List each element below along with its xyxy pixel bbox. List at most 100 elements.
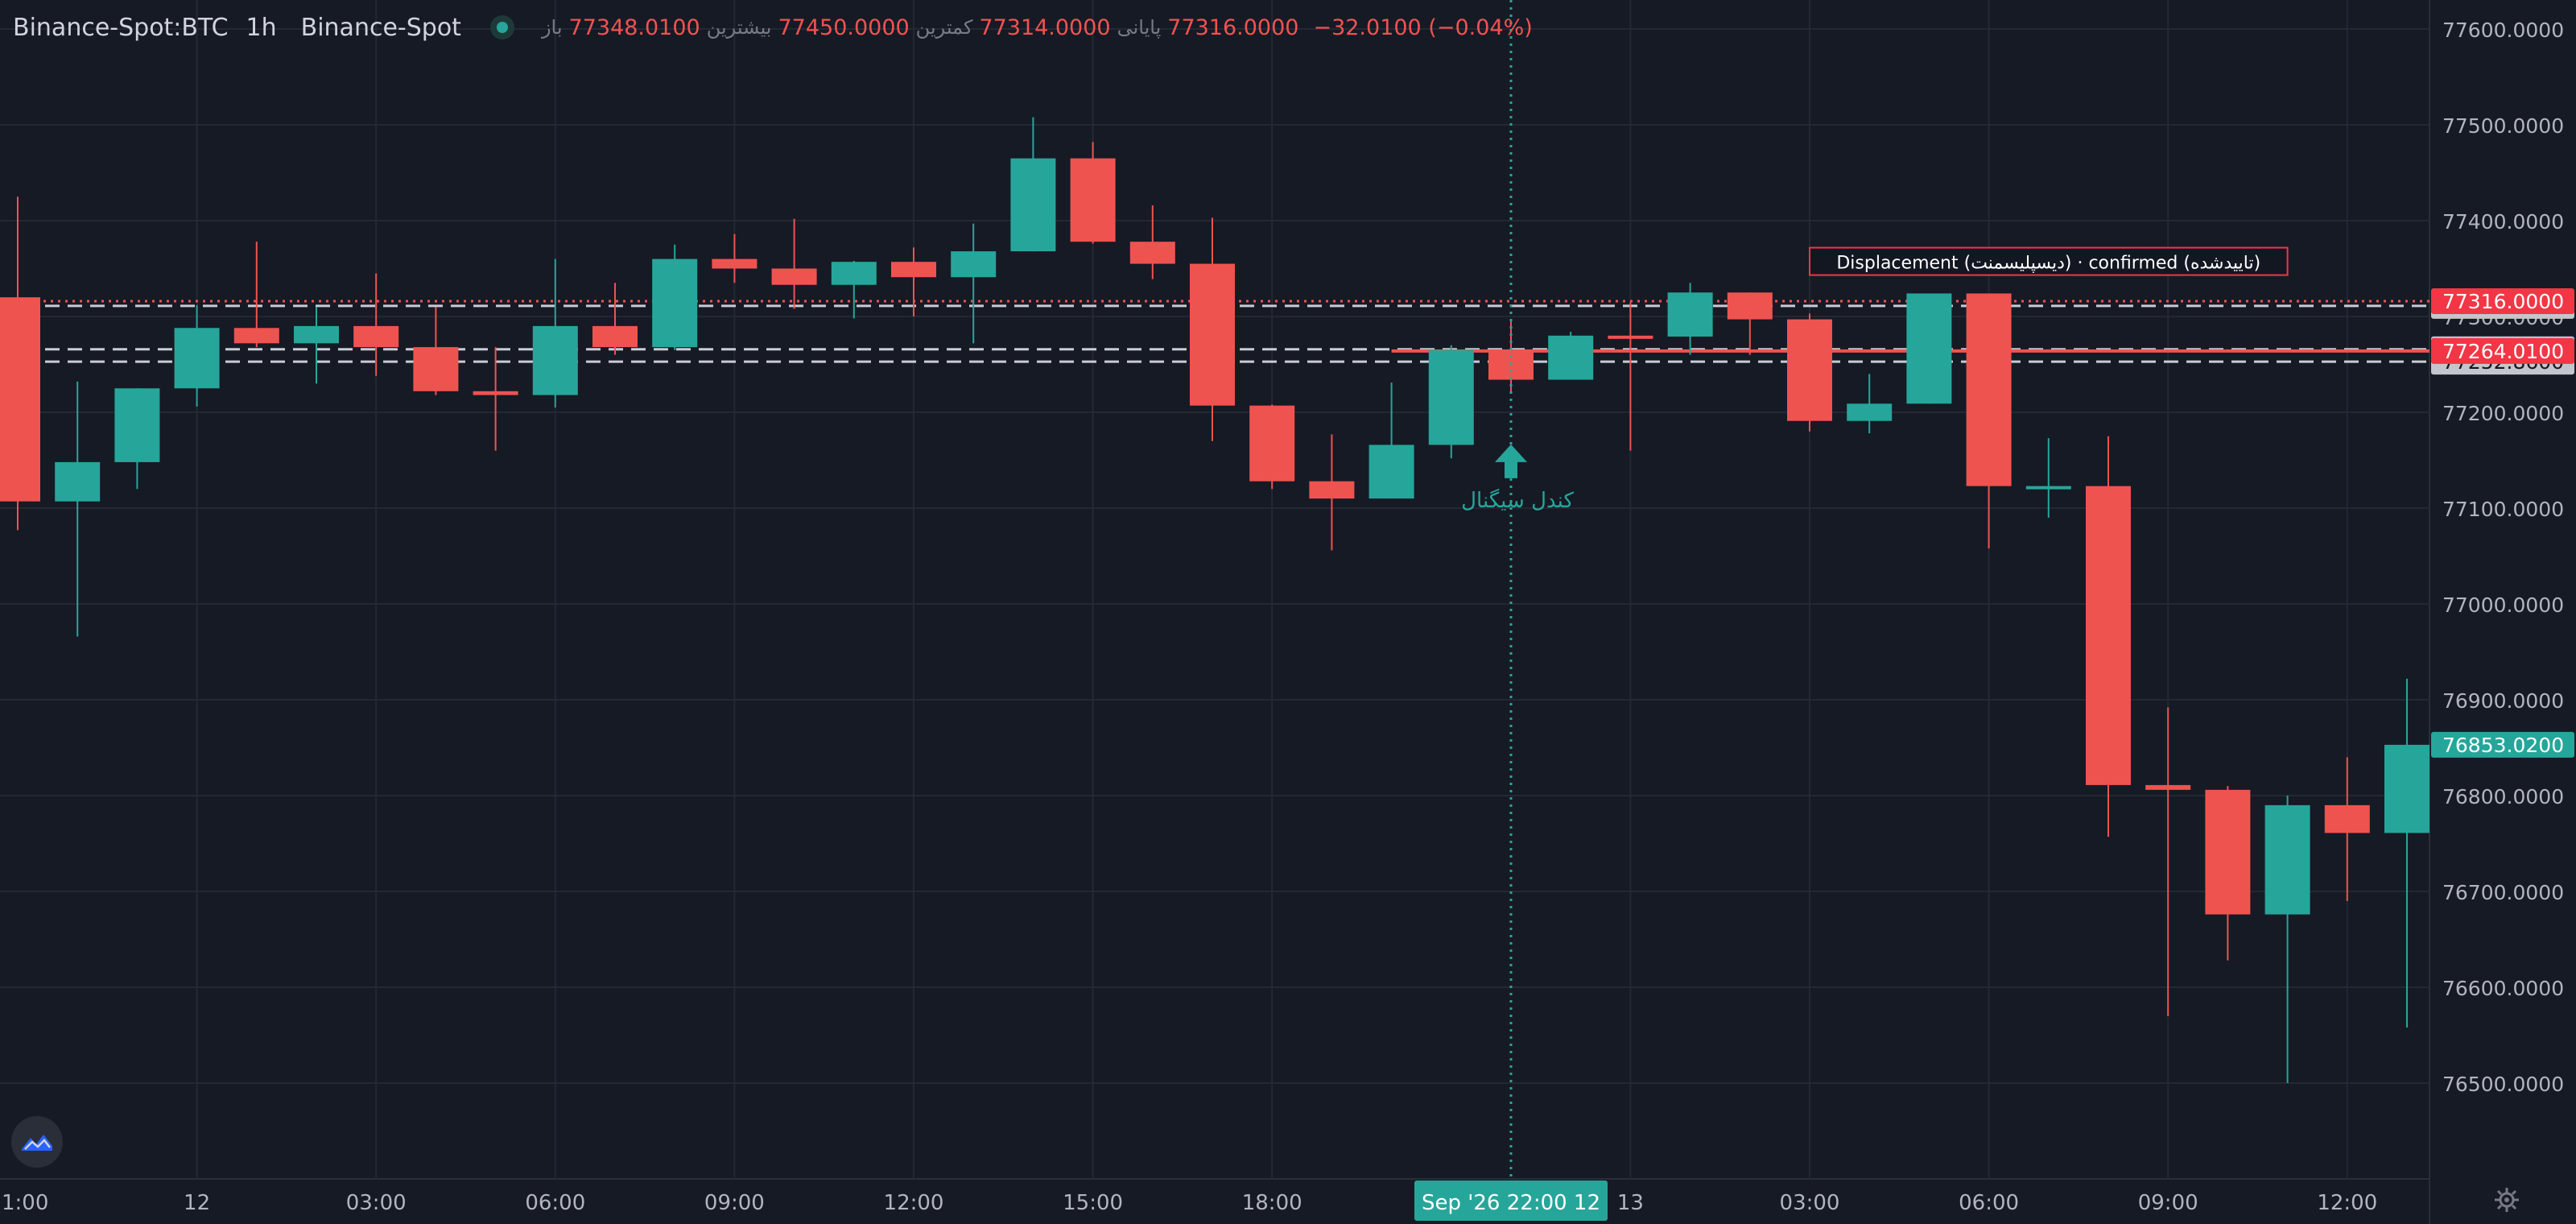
- candle[interactable]: [1906, 293, 1952, 404]
- candle[interactable]: [592, 283, 638, 355]
- candle[interactable]: [1608, 302, 1653, 451]
- candle-body: [2086, 486, 2131, 785]
- candle[interactable]: [532, 258, 578, 408]
- candle[interactable]: [1727, 292, 1773, 355]
- price-tick-label: 77100.0000: [2442, 498, 2564, 521]
- price-tag-label: 76853.0200: [2442, 734, 2564, 757]
- candle-body: [294, 325, 339, 344]
- candle[interactable]: [1129, 205, 1175, 279]
- candle[interactable]: [951, 223, 997, 344]
- candle-body: [1906, 293, 1952, 404]
- candle[interactable]: [712, 234, 758, 283]
- candle-body: [353, 325, 399, 348]
- price-tag[interactable]: 77264.0100: [2431, 337, 2574, 364]
- high-label: بیشترین: [706, 16, 772, 39]
- candle-body: [2145, 784, 2191, 790]
- time-tick-label: 13: [1617, 1191, 1644, 1215]
- exchange-label[interactable]: Binance-Spot: [301, 14, 461, 42]
- candle-body: [891, 262, 936, 278]
- candlestick-chart[interactable]: کندل سیگنال Displacement (دیسپلیسمنت) · c…: [0, 0, 2576, 1224]
- candle[interactable]: [1309, 434, 1355, 551]
- candle[interactable]: [771, 218, 817, 309]
- candle[interactable]: [174, 304, 220, 407]
- price-tick-label: 76800.0000: [2442, 785, 2564, 808]
- price-tag-label: 77264.0100: [2442, 340, 2564, 363]
- candle-body: [2025, 486, 2071, 490]
- candle-body: [1608, 335, 1653, 339]
- price-axis[interactable]: 77600.000077500.000077400.000077300.0000…: [2431, 19, 2574, 1096]
- candle[interactable]: [1190, 217, 1235, 441]
- candle[interactable]: [233, 242, 279, 348]
- candle-body: [55, 461, 101, 502]
- crosshair-time-tag[interactable]: Sep '26 22:00 12: [1414, 1181, 1608, 1221]
- price-tag[interactable]: 76853.0200: [2431, 731, 2574, 758]
- candle[interactable]: [831, 260, 877, 319]
- candle-body: [2264, 804, 2310, 915]
- candle-body: [114, 388, 160, 462]
- candle-body: [233, 328, 279, 344]
- close-value: 77316.0000: [1167, 14, 1299, 40]
- candle[interactable]: [1249, 404, 1295, 490]
- open-value: 77348.0100: [568, 14, 700, 40]
- open-label: باز: [541, 16, 563, 39]
- candle[interactable]: [2205, 786, 2251, 961]
- candle-body: [712, 258, 758, 269]
- timeframe-label[interactable]: 1h: [246, 14, 277, 42]
- candle[interactable]: [2086, 436, 2131, 837]
- candle-body: [1488, 349, 1534, 380]
- candle[interactable]: [2264, 796, 2310, 1083]
- time-tick-label: 15:00: [1063, 1191, 1123, 1215]
- candle-body: [2205, 789, 2251, 915]
- price-tick-label: 77200.0000: [2442, 402, 2564, 425]
- time-tick-label: 06:00: [525, 1191, 585, 1215]
- tradingview-logo-icon[interactable]: [11, 1116, 63, 1168]
- candle[interactable]: [652, 244, 698, 350]
- candle[interactable]: [2025, 438, 2071, 518]
- price-tick-label: 77600.0000: [2442, 19, 2564, 42]
- candle-body: [1428, 349, 1474, 445]
- time-axis[interactable]: 1:00 12 03:00 06:00 09:00 12:00 15:00 18:00 13 03…: [2, 1181, 2377, 1221]
- time-tick-label: 09:00: [2138, 1191, 2198, 1215]
- candle[interactable]: [294, 307, 339, 384]
- annotation-label: Displacement (دیسپلیسمنت) · confirmed (ت…: [1836, 254, 2260, 274]
- candle-body: [1667, 292, 1713, 337]
- high-value: 77450.0000: [778, 14, 910, 40]
- settings-gear-icon[interactable]: [2491, 1184, 2523, 1216]
- candle-body: [174, 328, 220, 389]
- price-tick-label: 76500.0000: [2442, 1073, 2564, 1096]
- candle-body: [771, 268, 817, 285]
- candle-body: [951, 251, 997, 278]
- candle-body: [1548, 335, 1594, 380]
- candle-body: [1368, 445, 1414, 499]
- candle[interactable]: [2324, 757, 2370, 901]
- candle[interactable]: [1428, 345, 1474, 459]
- close-label: پایانی: [1117, 16, 1162, 39]
- candle-body: [2384, 744, 2429, 833]
- candle[interactable]: [413, 307, 459, 395]
- candle-body: [1010, 158, 1056, 252]
- candle-body: [0, 297, 40, 502]
- low-label: کمترین: [915, 16, 973, 39]
- chart-area[interactable]: کندل سیگنال Displacement (دیسپلیسمنت) · c…: [0, 0, 2576, 1224]
- price-tick-label: 76700.0000: [2442, 881, 2564, 904]
- candle[interactable]: [2384, 678, 2429, 1028]
- candle[interactable]: [0, 196, 40, 531]
- candle[interactable]: [1667, 283, 1713, 355]
- candle[interactable]: [1368, 382, 1414, 499]
- candle[interactable]: [114, 388, 160, 490]
- signal-label: کندل سیگنال: [1461, 488, 1574, 513]
- time-tick-label: 12: [184, 1191, 210, 1215]
- candle[interactable]: [1966, 293, 2012, 548]
- grid-lines: [0, 0, 2430, 1224]
- candle[interactable]: [2145, 707, 2191, 1016]
- symbol-label[interactable]: Binance-Spot:BTC: [13, 14, 229, 42]
- price-tick-label: 77400.0000: [2442, 210, 2564, 234]
- candle[interactable]: [1070, 142, 1116, 244]
- candle[interactable]: [1548, 332, 1594, 380]
- candle[interactable]: [1787, 313, 1832, 432]
- candle[interactable]: [1010, 117, 1056, 252]
- candle[interactable]: [1847, 374, 1893, 434]
- candle[interactable]: [55, 381, 101, 637]
- time-tick-label: 06:00: [1959, 1191, 2019, 1215]
- price-tag[interactable]: 77316.0000: [2431, 287, 2574, 314]
